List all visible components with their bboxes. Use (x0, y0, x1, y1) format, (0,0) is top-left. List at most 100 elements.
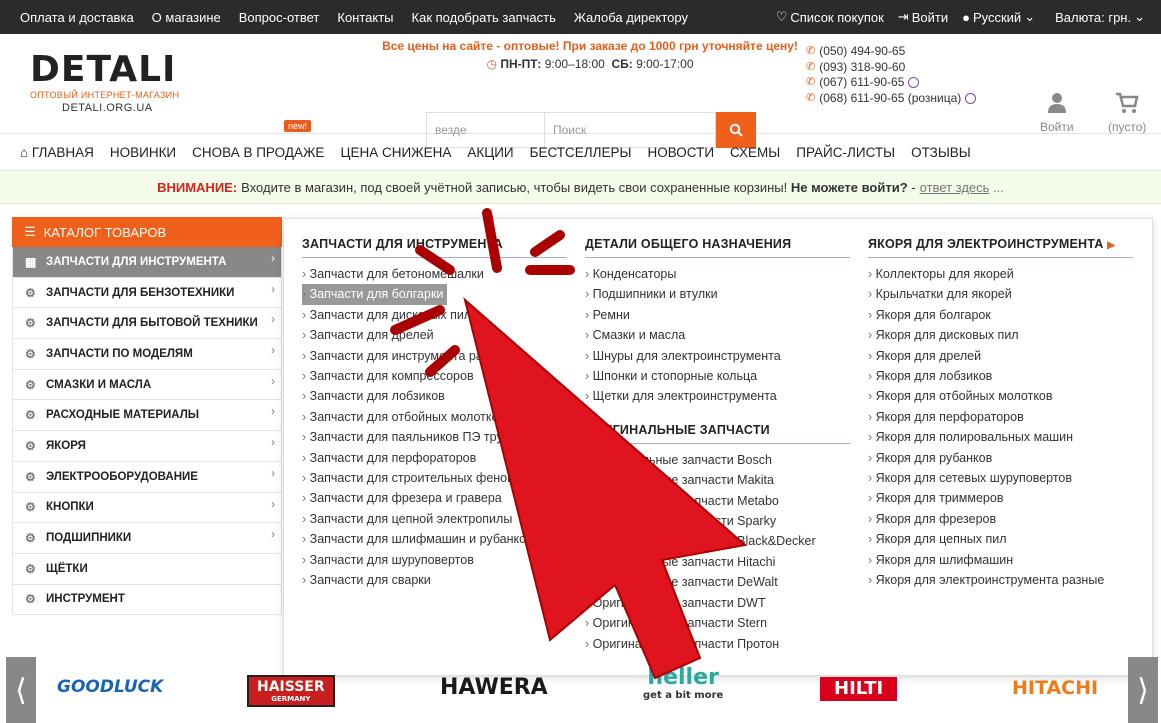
mega-link[interactable]: Запчасти для шлифмашин и рубанков (302, 529, 567, 549)
mega-link[interactable]: Запчасти для инструмента разные (302, 346, 567, 366)
notice-link[interactable]: ответ здесь (920, 180, 990, 195)
mega-link[interactable]: Оригинальные запчасти Metabo (585, 491, 850, 511)
mega-link[interactable]: Запчасти для шуруповертов (302, 550, 567, 570)
mega-link[interactable]: Якоря для цепных пил (868, 529, 1133, 549)
account-button[interactable]: Войти (1040, 92, 1074, 134)
brand-logo-hilti[interactable]: HILTI (820, 677, 898, 701)
mega-link[interactable]: Коллекторы для якорей (868, 264, 1133, 284)
mega-link[interactable]: Ремни (585, 305, 850, 325)
phone-row[interactable]: ✆ (050) 494-90-65 (806, 44, 976, 60)
catalog-item-armatures[interactable]: ⚙ ЯКОРЯ › (12, 431, 282, 462)
brand-logo-hitachi[interactable]: HITACHI (1012, 677, 1098, 699)
phone-row[interactable]: ✆ (067) 611-90-65 (806, 75, 976, 91)
catalog-item-models[interactable]: ⚙ ЗАПЧАСТИ ПО МОДЕЛЯМ › (12, 339, 282, 370)
phone-row[interactable]: ✆ (093) 318-90-60 (806, 60, 976, 76)
mega-link[interactable]: Запчасти для цепной электропилы (302, 509, 567, 529)
nav-schemes[interactable]: СХЕМЫ (730, 145, 780, 160)
mega-link[interactable]: Якоря для перфораторов (868, 407, 1133, 427)
nav-new[interactable]: НОВИНКИ (110, 145, 176, 160)
nav-price-reduced[interactable]: ЦЕНА СНИЖЕНА (340, 145, 451, 160)
mega-link[interactable]: Запчасти для болгарки (302, 284, 448, 305)
top-link-howto[interactable]: Как подобрать запчасть (412, 10, 556, 25)
mega-link[interactable]: Запчасти для компрессоров (302, 366, 567, 386)
mega-link[interactable]: Якоря для лобзиков (868, 366, 1133, 386)
mega-link[interactable]: Якоря для фрезеров (868, 509, 1133, 529)
catalog-item-household[interactable]: ⚙ ЗАПЧАСТИ ДЛЯ БЫТОВОЙ ТЕХНИКИ › (12, 308, 282, 340)
mega-link[interactable]: Запчасти для паяльников ПЭ труб (302, 427, 567, 447)
mega-link[interactable]: Запчасти для лобзиков (302, 386, 567, 406)
catalog-item-lubricants[interactable]: ⚙ СМАЗКИ И МАСЛА › (12, 369, 282, 401)
brand-logo-goodluck[interactable]: GOODLUCK (57, 677, 163, 697)
catalog-item-buttons[interactable]: ⚙ КНОПКИ › (12, 492, 282, 524)
mega-link[interactable]: Якоря для шлифмашин (868, 550, 1133, 570)
mega-col-title[interactable]: ЗАПЧАСТИ ДЛЯ ИНСТРУМЕНТА (302, 237, 567, 258)
mega-link[interactable]: Конденсаторы (585, 264, 850, 284)
mega-link[interactable]: Запчасти для дисковых пил (302, 305, 567, 325)
mega-link[interactable]: Якоря для отбойных молотков (868, 386, 1133, 406)
nav-pricelists[interactable]: ПРАЙС-ЛИСТЫ (796, 145, 895, 160)
top-link-contacts[interactable]: Контакты (337, 10, 393, 25)
mega-link[interactable]: Запчасти для отбойных молотков (302, 407, 567, 427)
mega-link[interactable]: Запчасти для дрелей (302, 325, 567, 345)
wishlist-link[interactable]: ♡ Список покупок (776, 9, 884, 25)
mega-link[interactable]: Оригинальные запчасти Black&Decker (585, 531, 850, 551)
language-select[interactable]: ● Русский ⌄ (962, 9, 1035, 25)
mega-link[interactable]: Запчасти для строительных фенов (302, 468, 567, 488)
mega-link[interactable]: Запчасти для бетономешалки (302, 264, 567, 284)
mega-link[interactable]: Смазки и масла (585, 325, 850, 345)
nav-promotions[interactable]: АКЦИИ (467, 145, 513, 160)
mega-link[interactable]: Запчасти для перфораторов (302, 448, 567, 468)
mega-col-title[interactable]: ОРИГИНАЛЬНЫЕ ЗАПЧАСТИ (585, 423, 850, 444)
mega-link[interactable]: Якоря для электроинструмента разные (868, 570, 1133, 590)
mega-link[interactable]: Якоря для рубанков (868, 448, 1133, 468)
mega-link[interactable]: Оригинальные запчасти Makita (585, 470, 850, 490)
mega-link[interactable]: Запчасти для сварки (302, 570, 567, 590)
nav-back-in-stock[interactable]: СНОВА В ПРОДАЖЕ (192, 145, 324, 160)
catalog-item-brushes[interactable]: ⚙ ЩЁТКИ (12, 553, 282, 585)
phone-row[interactable]: ✆ (068) 611-90-65 (розница) (806, 91, 977, 107)
logo[interactable]: DETALI ОПТОВЫЙ ИНТЕРНЕТ-МАГАЗИН DETALI.O… (30, 52, 190, 115)
mega-link[interactable]: Якоря для сетевых шуруповертов (868, 468, 1133, 488)
nav-bestsellers[interactable]: БЕСТСЕЛЛЕРЫ (530, 145, 632, 160)
carousel-next-button[interactable]: ⟩ (1128, 657, 1158, 723)
catalog-item-petrol[interactable]: ⚙ ЗАПЧАСТИ ДЛЯ БЕНЗОТЕХНИКИ › (12, 277, 282, 309)
mega-link[interactable]: Шнуры для электроинструмента (585, 346, 850, 366)
mega-link[interactable]: Оригинальные запчасти Bosch (585, 450, 850, 470)
mega-link[interactable]: Оригинальные запчасти Sparky (585, 511, 850, 531)
nav-news[interactable]: НОВОСТИ (647, 145, 714, 160)
catalog-item-bearings[interactable]: ⚙ ПОДШИПНИКИ › (12, 523, 282, 554)
catalog-item-consumables[interactable]: ⚙ РАСХОДНЫЕ МАТЕРИАЛЫ › (12, 400, 282, 432)
mega-col-title[interactable]: ЯКОРЯ ДЛЯ ЭЛЕКТРОИНСТРУМЕНТА ▶ (868, 237, 1133, 258)
mega-link[interactable]: Подшипники и втулки (585, 284, 850, 304)
catalog-header[interactable]: ☰ КАТАЛОГ ТОВАРОВ (12, 217, 282, 247)
mega-link[interactable]: Оригинальные запчасти DWT (585, 593, 850, 613)
top-link-about[interactable]: О магазине (152, 10, 221, 25)
mega-link[interactable]: Якоря для дрелей (868, 346, 1133, 366)
mega-link[interactable]: Оригинальные запчасти Hitachi (585, 552, 850, 572)
mega-link[interactable]: Щетки для электроинструмента (585, 386, 850, 406)
nav-home[interactable]: ⌂ ГЛАВНАЯ (20, 145, 94, 160)
brand-logo-haisser[interactable]: HAISSER GERMANY (247, 675, 335, 707)
mega-link[interactable]: Якоря для триммеров (868, 488, 1133, 508)
brand-logo-hawera[interactable]: HAWERA (440, 675, 548, 700)
catalog-item-tools[interactable]: ⚙ ИНСТРУМЕНТ (12, 584, 282, 616)
brand-logo-heller[interactable]: heller get a bit more (643, 667, 723, 703)
mega-link[interactable]: Оригинальные запчасти DeWalt (585, 572, 850, 592)
nav-reviews[interactable]: ОТЗЫВЫ (911, 145, 971, 160)
top-link-complaint[interactable]: Жалоба директору (574, 10, 688, 25)
mega-link[interactable]: Крыльчатки для якорей (868, 284, 1133, 304)
login-link[interactable]: ⇥ Войти (898, 9, 948, 25)
currency-select[interactable]: Валюта: грн. ⌄ (1055, 9, 1145, 25)
mega-link[interactable]: Оригинальные запчасти Stern (585, 613, 850, 633)
catalog-item-tool-parts[interactable]: ▦ ЗАПЧАСТИ ДЛЯ ИНСТРУМЕНТА › (12, 247, 282, 278)
carousel-prev-button[interactable]: ⟨ (6, 657, 36, 723)
mega-link[interactable]: Якоря для дисковых пил (868, 325, 1133, 345)
mega-col-title[interactable]: ДЕТАЛИ ОБЩЕГО НАЗНАЧЕНИЯ (585, 237, 850, 258)
mega-link[interactable]: Якоря для полировальных машин (868, 427, 1133, 447)
mega-link[interactable]: Запчасти для фрезера и гравера (302, 488, 567, 508)
top-link-faq[interactable]: Вопрос-ответ (239, 10, 320, 25)
mega-link[interactable]: Шпонки и стопорные кольца (585, 366, 850, 386)
top-link-delivery[interactable]: Оплата и доставка (20, 10, 134, 25)
mega-link[interactable]: Оригинальные запчасти Протон (585, 634, 850, 654)
mega-link[interactable]: Якоря для болгарок (868, 305, 1133, 325)
